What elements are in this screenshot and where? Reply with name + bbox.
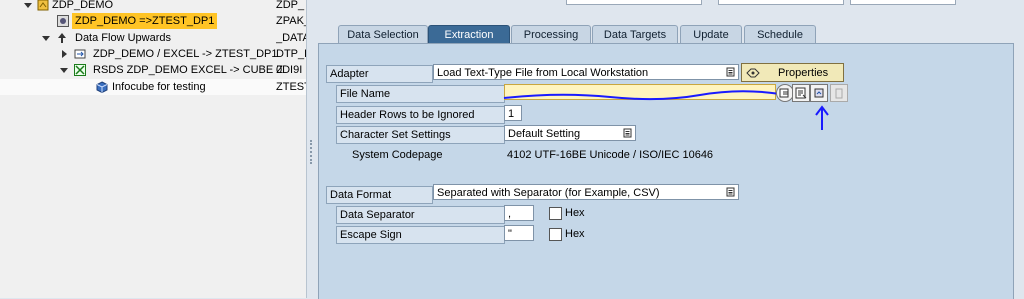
tree-row-label: ZDP_DEMO: [52, 0, 114, 11]
tree-row-technical-name: _DATA: [276, 32, 306, 44]
codepage-label: System Codepage: [352, 149, 443, 161]
file-name-label: File Name: [336, 85, 505, 103]
data-separator-value: ,: [508, 208, 512, 220]
tree-row-technical-name: ZTEST: [276, 81, 306, 93]
data-format-label: Data Format: [326, 186, 433, 204]
infopackage-icon: [57, 15, 69, 27]
escape-hex-label: Hex: [565, 228, 585, 240]
escape-hex-checkbox[interactable]: [549, 228, 562, 241]
adapter-label: Adapter: [326, 65, 433, 83]
tree-row-infocube[interactable]: Infocube for testing ZTEST: [0, 79, 306, 95]
tree-row-dtp-selected[interactable]: ZDP_DEMO =>ZTEST_DP1 ZPAK_: [0, 13, 306, 29]
adapter-select[interactable]: Load Text-Type File from Local Workstati…: [433, 64, 739, 80]
expand-icon[interactable]: [24, 3, 32, 8]
charset-select-value: Default Setting: [508, 128, 581, 140]
display-icon: [795, 87, 807, 99]
adapter-select-value: Load Text-Type File from Local Workstati…: [437, 67, 649, 79]
tree-row-dtp[interactable]: ZDP_DEMO / EXCEL -> ZTEST_DP1 DTP_B: [0, 46, 306, 62]
data-format-select-value: Separated with Separator (for Example, C…: [437, 187, 660, 199]
dropdown-icon[interactable]: [726, 187, 736, 197]
value-help-icon: [779, 88, 789, 98]
dtp-icon: [74, 49, 86, 59]
tree-row-technical-name: ZDP_: [276, 0, 305, 11]
escape-sign-value: ": [508, 228, 512, 240]
separator-hex-label: Hex: [565, 207, 585, 219]
tree-row-zdp-demo[interactable]: ZDP_DEMO ZDP_: [0, 0, 306, 13]
properties-icon: [746, 68, 760, 78]
properties-button-label: Properties: [778, 67, 829, 79]
tree-row-label: RSDS ZDP_DEMO EXCEL -> CUBE Z: [93, 64, 283, 76]
tree-row-label: Data Flow Upwards: [75, 32, 171, 44]
cube-icon: [96, 81, 108, 93]
arrow-up-icon: [58, 33, 66, 43]
tab-data-selection[interactable]: Data Selection: [338, 25, 428, 44]
header-rows-value: 1: [508, 108, 515, 120]
tree-row-label: ZDP_DEMO / EXCEL -> ZTEST_DP1: [93, 48, 278, 60]
process-chain-icon: [37, 0, 49, 11]
display-file-button[interactable]: [792, 84, 810, 102]
toolbar-field-stub[interactable]: [850, 0, 956, 5]
properties-button[interactable]: Properties: [741, 63, 844, 82]
dropdown-icon[interactable]: [623, 128, 633, 138]
charset-label: Character Set Settings: [336, 126, 505, 144]
data-format-select[interactable]: Separated with Separator (for Example, C…: [433, 184, 739, 200]
tab-extraction[interactable]: Extraction: [428, 25, 510, 44]
tree-row-data-flow-upwards[interactable]: Data Flow Upwards _DATA: [0, 30, 306, 46]
trash-icon: [835, 88, 843, 99]
annotation-arrow: [815, 105, 829, 130]
toolbar-field-stub[interactable]: [566, 0, 702, 5]
upload-icon: [814, 88, 824, 98]
codepage-value: 4102 UTF-16BE Unicode / ISO/IEC 10646: [507, 149, 714, 161]
expand-icon[interactable]: [60, 68, 68, 73]
toolbar-field-stub[interactable]: [718, 0, 844, 5]
expand-icon[interactable]: [42, 36, 50, 41]
separator-hex-checkbox[interactable]: [549, 207, 562, 220]
tab-update[interactable]: Update: [680, 25, 742, 44]
tree-row-technical-name: ZPAK_: [276, 15, 306, 27]
splitter-grip[interactable]: [310, 140, 314, 164]
tree-row-technical-name: DTP_B: [276, 48, 306, 60]
data-separator-label: Data Separator: [336, 206, 505, 224]
tree-row-technical-name: 0DI9I: [276, 64, 303, 76]
tab-data-targets[interactable]: Data Targets: [592, 25, 678, 44]
dropdown-icon[interactable]: [726, 67, 736, 77]
delete-button-disabled[interactable]: [830, 84, 848, 102]
tab-schedule[interactable]: Schedule: [744, 25, 816, 44]
annotation-underline: [503, 90, 781, 101]
tree-row-label: Infocube for testing: [112, 81, 206, 93]
collapse-icon[interactable]: [62, 50, 67, 58]
data-separator-input[interactable]: ,: [504, 205, 534, 221]
header-rows-label: Header Rows to be Ignored: [336, 106, 505, 124]
transformation-icon: [74, 64, 86, 76]
tab-processing[interactable]: Processing: [511, 25, 591, 44]
charset-select[interactable]: Default Setting: [504, 125, 636, 141]
upload-file-button[interactable]: [810, 84, 828, 102]
escape-sign-label: Escape Sign: [336, 226, 505, 244]
navigation-tree: ZDP_DEMO ZDP_ ZDP_DEMO =>ZTEST_DP1 ZPAK_…: [0, 0, 307, 298]
escape-sign-input[interactable]: ": [504, 225, 534, 241]
tree-row-transformation[interactable]: RSDS ZDP_DEMO EXCEL -> CUBE Z 0DI9I: [0, 62, 306, 78]
header-rows-input[interactable]: 1: [504, 105, 522, 121]
pane-splitter[interactable]: [307, 0, 317, 298]
tree-row-label: ZDP_DEMO =>ZTEST_DP1: [72, 13, 218, 29]
